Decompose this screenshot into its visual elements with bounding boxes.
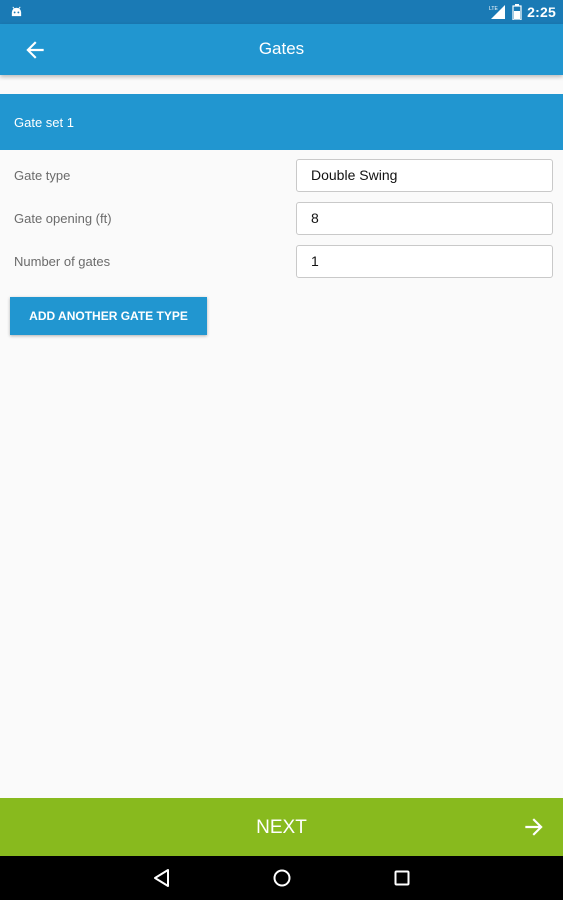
status-bar: LTE 2:25	[0, 0, 563, 24]
signal-icon: LTE	[489, 5, 506, 19]
add-another-gate-type-button[interactable]: ADD ANOTHER GATE TYPE	[10, 297, 207, 335]
gate-set-header: Gate set 1	[0, 94, 563, 150]
back-triangle-icon[interactable]	[151, 867, 173, 889]
gate-opening-field[interactable]: 8	[296, 202, 553, 235]
number-of-gates-label: Number of gates	[14, 254, 111, 269]
android-icon	[11, 6, 22, 17]
number-of-gates-field[interactable]: 1	[296, 245, 553, 278]
recents-square-icon[interactable]	[391, 867, 413, 889]
gate-type-field[interactable]: Double Swing	[296, 159, 553, 192]
system-nav-bar	[0, 856, 563, 900]
page-title: Gates	[258, 39, 305, 58]
home-circle-icon[interactable]	[271, 867, 293, 889]
arrow-right-icon	[525, 818, 543, 836]
next-button[interactable]: NEXT	[0, 798, 563, 856]
svg-text:LTE: LTE	[489, 6, 498, 12]
battery-icon	[512, 4, 522, 20]
number-of-gates-row: Number of gates 1	[0, 245, 563, 278]
app-bar: Gates	[0, 24, 563, 75]
gate-opening-row: Gate opening (ft) 8	[0, 202, 563, 235]
status-time: 2:25	[527, 4, 556, 20]
gate-opening-label: Gate opening (ft)	[14, 211, 112, 226]
gate-type-label: Gate type	[14, 168, 71, 183]
next-label: NEXT	[256, 817, 307, 838]
gate-type-row: Gate type Double Swing	[0, 159, 563, 192]
gate-set-title: Gate set 1	[14, 115, 74, 130]
